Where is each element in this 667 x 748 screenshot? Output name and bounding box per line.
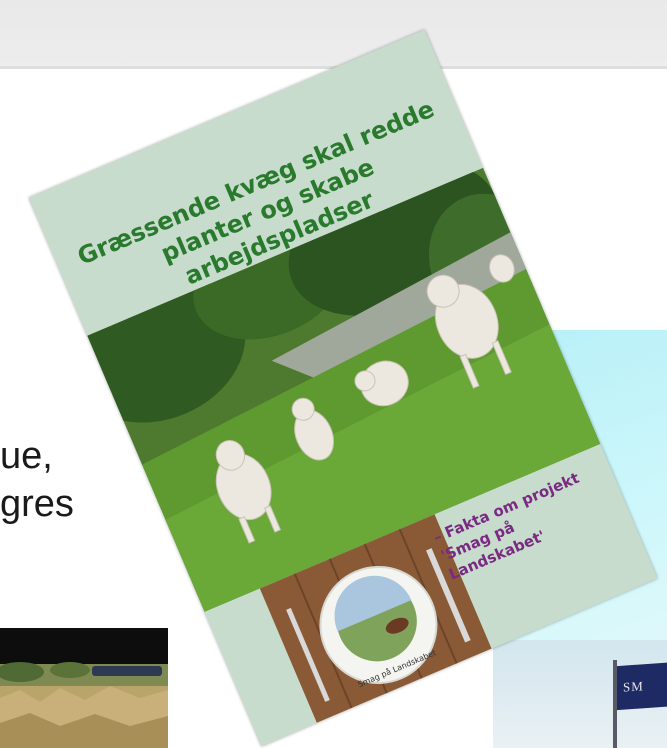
landscape-photo-art	[0, 662, 168, 748]
landscape-photo	[0, 628, 168, 748]
flag-photo: SM	[493, 640, 667, 748]
flag-text: SM	[623, 678, 644, 695]
slide-header-band	[0, 0, 667, 68]
slide-body-text: ue, gres	[0, 432, 74, 528]
flag: SM	[617, 661, 667, 711]
slide-text-line-1: ue,	[0, 435, 53, 477]
slide-text-line-2: gres	[0, 483, 74, 525]
